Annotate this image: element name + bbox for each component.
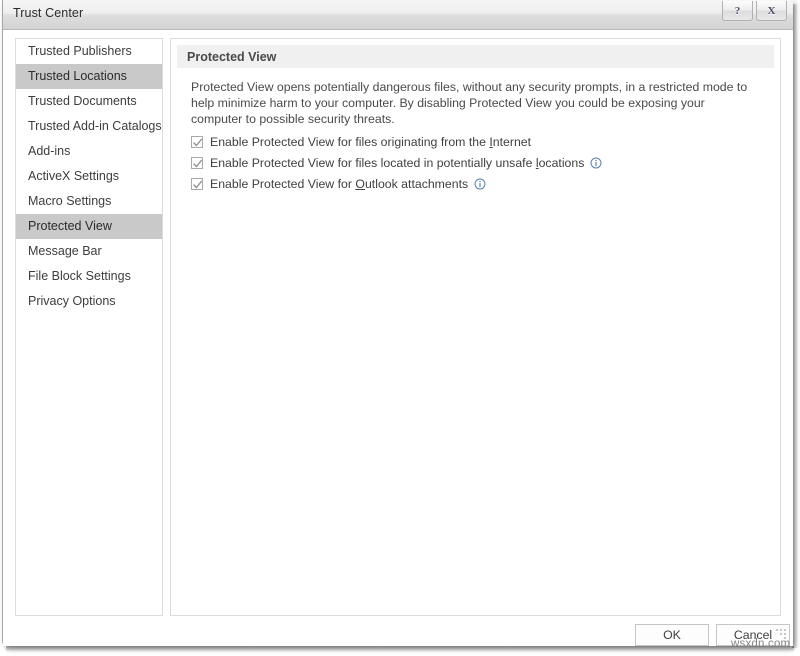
checkbox-row[interactable]: Enable Protected View for Outlook attach… — [191, 173, 751, 194]
grip-dot — [784, 633, 786, 635]
dialog-body: Trusted Publishers Trusted Locations Trust… — [3, 30, 793, 646]
svg-text:X: X — [768, 5, 776, 17]
checkbox-input[interactable] — [191, 156, 203, 169]
checkbox-label: Enable Protected View for Outlook attach… — [210, 176, 469, 191]
sidebar-item[interactable]: Macro Settings — [16, 189, 162, 214]
checkbox-row[interactable]: Enable Protected View for files originat… — [191, 131, 751, 152]
checkbox-input[interactable] — [191, 177, 203, 190]
protected-view-options: Enable Protected View for files originat… — [191, 131, 751, 194]
sidebar-item[interactable]: Trusted Documents — [16, 89, 162, 114]
sidebar-item[interactable]: Privacy Options — [16, 289, 162, 314]
window-shadow-bottom — [6, 646, 794, 652]
sidebar-item[interactable]: Add-ins — [16, 139, 162, 164]
dialog-footer: OK Cancel — [3, 624, 793, 646]
grip-dot — [780, 629, 782, 631]
help-button[interactable]: ? — [722, 1, 753, 21]
close-button[interactable]: X — [756, 1, 787, 21]
trust-center-dialog: Trust Center ? X Trusted Publishers Trust… — [2, 0, 793, 646]
sidebar-item[interactable]: Message Bar — [16, 239, 162, 264]
category-list[interactable]: Trusted Publishers Trusted Locations Trust… — [15, 38, 163, 616]
section-header: Protected View — [177, 45, 774, 68]
info-icon[interactable] — [590, 157, 602, 169]
info-icon[interactable] — [474, 178, 486, 190]
question-mark-icon: ? — [735, 5, 741, 17]
checkbox-input[interactable] — [191, 135, 203, 148]
checkbox-label: Enable Protected View for files originat… — [210, 134, 532, 149]
caption-buttons: ? X — [719, 1, 787, 21]
checkmark-icon — [193, 159, 203, 167]
checkbox-label: Enable Protected View for files located … — [210, 155, 585, 170]
title-bar[interactable]: Trust Center ? X — [3, 0, 793, 30]
grip-dot — [784, 629, 786, 631]
settings-panel: Protected View Protected View opens pote… — [170, 38, 781, 616]
checkbox-row[interactable]: Enable Protected View for files located … — [191, 152, 751, 173]
checkmark-icon — [193, 138, 203, 146]
ok-button[interactable]: OK — [635, 624, 709, 646]
sidebar-item[interactable]: Protected View — [16, 214, 162, 239]
sidebar-item[interactable]: Trusted Publishers — [16, 39, 162, 64]
close-icon: X — [768, 5, 776, 17]
grip-dot — [780, 633, 782, 635]
sidebar-item[interactable]: File Block Settings — [16, 264, 162, 289]
window-title: Trust Center — [13, 6, 84, 20]
section-title: Protected View — [187, 49, 277, 64]
watermark: wsxdn.com — [731, 638, 791, 650]
grip-dot — [776, 629, 778, 631]
sidebar-item[interactable]: Trusted Locations — [16, 64, 162, 89]
sidebar-item[interactable]: ActiveX Settings — [16, 164, 162, 189]
svg-text:?: ? — [735, 5, 741, 17]
section-description: Protected View opens potentially dangero… — [191, 80, 748, 127]
sidebar-item[interactable]: Trusted Add-in Catalogs — [16, 114, 162, 139]
checkmark-icon — [193, 180, 203, 188]
